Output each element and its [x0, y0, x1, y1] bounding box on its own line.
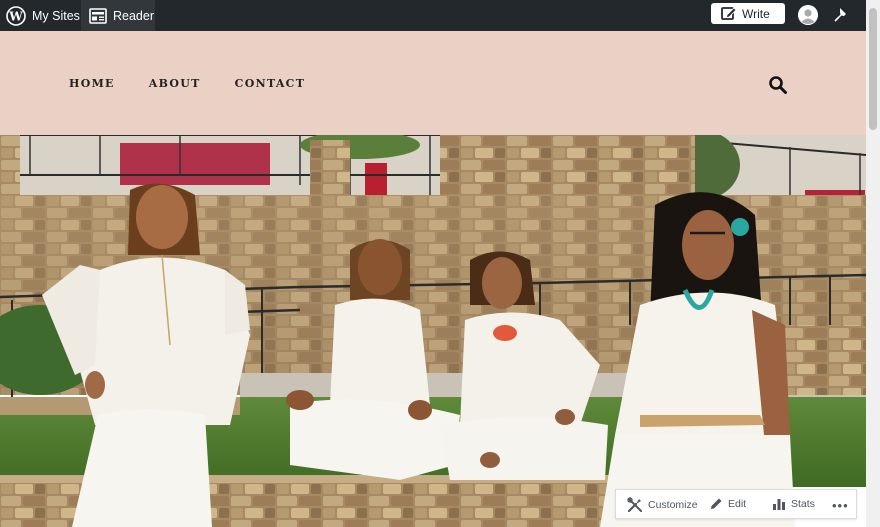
nav-home[interactable]: HOME — [69, 77, 115, 90]
reader-label: Reader — [113, 8, 154, 23]
more-button[interactable]: ••• — [832, 498, 849, 513]
customize-button[interactable]: Customize — [627, 497, 698, 513]
stats-label: Stats — [791, 498, 815, 510]
search-button[interactable] — [768, 75, 788, 95]
edit-label: Edit — [728, 498, 747, 510]
more-icon: ••• — [832, 498, 849, 513]
nav-contact[interactable]: CONTACT — [235, 77, 306, 90]
scrollbar-thumb[interactable] — [869, 8, 877, 130]
notifications-button[interactable] — [831, 5, 851, 25]
notifications-icon — [834, 8, 846, 22]
reader-button[interactable]: Reader — [81, 0, 155, 31]
edit-button[interactable]: Edit — [709, 497, 746, 511]
nav-about[interactable]: ABOUT — [149, 77, 201, 90]
my-sites-button[interactable]: W My Sites — [6, 0, 88, 31]
wordpress-icon: W — [6, 5, 26, 26]
stats-icon — [773, 499, 785, 510]
admin-bar: W My Sites Reader Write — [0, 0, 866, 31]
search-icon — [769, 76, 787, 94]
avatar[interactable] — [798, 5, 818, 25]
customize-label: Customize — [648, 499, 698, 511]
hero-image — [0, 135, 866, 527]
write-icon — [721, 7, 737, 20]
write-button[interactable]: Write — [711, 3, 785, 24]
my-sites-label: My Sites — [32, 8, 80, 23]
post-action-bar: Customize Edit Stats ••• — [615, 489, 857, 519]
reader-icon — [89, 7, 107, 24]
svg-text:W: W — [8, 9, 23, 23]
avatar-icon — [798, 5, 818, 25]
stats-button[interactable]: Stats — [772, 497, 815, 511]
customize-icon — [627, 497, 642, 513]
hero-photo — [0, 135, 866, 527]
write-label: Write — [742, 6, 770, 21]
site-header: HOME ABOUT CONTACT — [0, 31, 866, 135]
main-navigation: HOME ABOUT CONTACT — [69, 77, 339, 90]
scrollbar[interactable] — [866, 0, 880, 527]
edit-icon — [711, 498, 722, 509]
